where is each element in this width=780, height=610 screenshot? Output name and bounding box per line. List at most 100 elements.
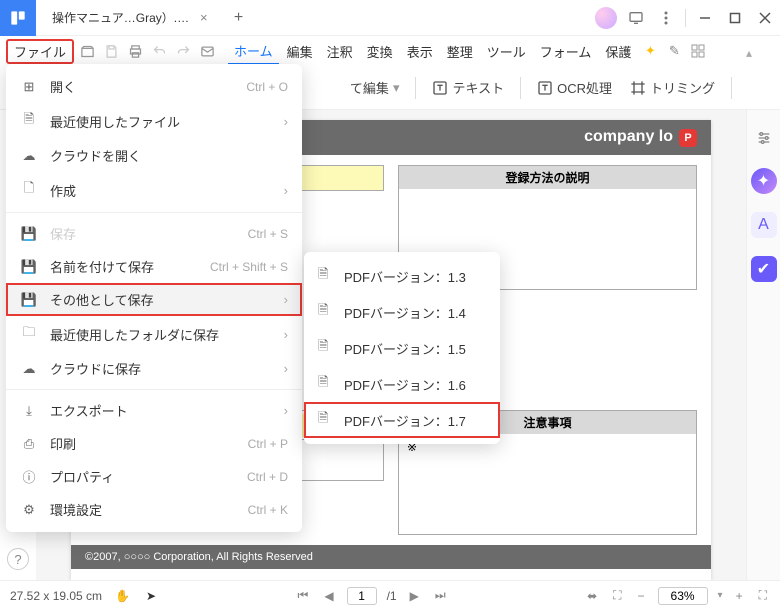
wand-icon[interactable]: ✎ (663, 40, 685, 62)
submenu-pdf-14[interactable]: 🗎PDFバージョン：1.4 (304, 294, 500, 330)
box2-body: ※ (399, 434, 696, 534)
app-logo[interactable] (0, 0, 36, 36)
last-page-icon[interactable]: ⏭ (432, 588, 449, 603)
menu-form[interactable]: フォーム (534, 39, 598, 64)
edit-all-button[interactable]: て編集▾ (344, 74, 406, 101)
menu-file[interactable]: ファイル (6, 39, 74, 64)
next-page-icon[interactable]: ▶ (407, 589, 422, 603)
menu-view[interactable]: 表示 (401, 39, 439, 64)
folder-icon: 🗀 (20, 323, 38, 345)
cloud-icon: ☁ (20, 148, 38, 164)
first-page-icon[interactable]: ⏮ (295, 588, 312, 603)
menu-item-export[interactable]: ⤓エクスポート› (6, 394, 302, 427)
print-icon: ⎙ (20, 436, 38, 452)
file-icon: 🗎 (318, 301, 334, 323)
info-icon: ⓘ (20, 467, 38, 486)
chevron-right-icon: › (284, 183, 288, 198)
quick-redo-icon[interactable] (172, 40, 194, 62)
prev-page-icon[interactable]: ◀ (321, 589, 336, 603)
text-button[interactable]: テキスト (426, 74, 510, 101)
file-icon: 🗎 (318, 265, 334, 287)
cloud-up-icon: ☁ (20, 361, 38, 377)
ai-chat-icon[interactable]: ✦ (751, 168, 777, 194)
new-tab-button[interactable]: + (226, 5, 252, 31)
menu-item-save-other[interactable]: 💾その他として保存› (6, 283, 302, 316)
submenu-pdf-15[interactable]: 🗎PDFバージョン：1.5 (304, 330, 500, 366)
menu-organize[interactable]: 整理 (441, 39, 479, 64)
tab-close-icon[interactable]: × (200, 10, 208, 25)
ai-a-icon[interactable]: A (751, 212, 777, 238)
menu-item-create[interactable]: 🗋作成› (6, 172, 302, 208)
copyright-text: ©2007, ○○○○ Corporation, All Rights Rese… (71, 545, 711, 569)
zoom-in-icon[interactable]: + (733, 589, 746, 603)
statusbar: 27.52 x 19.05 cm ✋ ➤ ⏮ ◀ /1 ▶ ⏭ ⬌ ⛶ − ▾ … (0, 580, 780, 610)
quick-open-icon[interactable] (76, 40, 98, 62)
menu-item-save-cloud[interactable]: ☁クラウドに保存› (6, 352, 302, 385)
menu-item-preferences[interactable]: ⚙環境設定Ctrl + K (6, 493, 302, 526)
menu-item-recent-folders[interactable]: 🗀最近使用したフォルダに保存› (6, 316, 302, 352)
chevron-right-icon: › (284, 114, 288, 129)
menu-item-save-as[interactable]: 💾名前を付けて保存Ctrl + Shift + S (6, 250, 302, 283)
submenu-pdf-16[interactable]: 🗎PDFバージョン：1.6 (304, 366, 500, 402)
page-total: /1 (387, 589, 397, 603)
ocr-button[interactable]: OCR処理 (531, 74, 618, 101)
more-icon[interactable] (651, 3, 681, 33)
fit-page-icon[interactable]: ⛶ (610, 588, 624, 603)
minimize-button[interactable] (690, 3, 720, 33)
page-number-input[interactable] (347, 587, 377, 605)
right-sidebar: ✦ A ✔ (746, 110, 780, 580)
menu-item-open-cloud[interactable]: ☁クラウドを開く (6, 139, 302, 172)
save-icon: 💾 (20, 226, 38, 242)
quick-mail-icon[interactable] (196, 40, 218, 62)
menu-convert[interactable]: 変換 (361, 39, 399, 64)
new-file-icon: 🗋 (20, 179, 38, 201)
chevron-right-icon: › (284, 361, 288, 376)
ai-check-icon[interactable]: ✔ (751, 256, 777, 282)
maximize-button[interactable] (720, 3, 750, 33)
submenu-pdf-13[interactable]: 🗎PDFバージョン：1.3 (304, 258, 500, 294)
settings-sliders-icon[interactable] (752, 126, 776, 150)
cursor-dimensions: 27.52 x 19.05 cm (10, 589, 102, 603)
menu-comment[interactable]: 注釈 (321, 39, 359, 64)
file-dropdown-menu: ⊞開くCtrl + O 🗎最近使用したファイル› ☁クラウドを開く 🗋作成› 💾… (6, 64, 302, 532)
menu-edit[interactable]: 編集 (281, 39, 319, 64)
menu-home[interactable]: ホーム (228, 38, 279, 65)
plus-box-icon: ⊞ (20, 79, 38, 95)
menu-item-recent-files[interactable]: 🗎最近使用したファイル› (6, 103, 302, 139)
text-label: テキスト (452, 78, 504, 97)
trimming-button[interactable]: トリミング (624, 74, 721, 101)
quick-print-icon[interactable] (124, 40, 146, 62)
menu-protect[interactable]: 保護 (599, 39, 637, 64)
zoom-out-icon[interactable]: − (635, 589, 648, 603)
menu-item-open[interactable]: ⊞開くCtrl + O (6, 70, 302, 103)
p-badge: P (679, 129, 697, 147)
save-other-submenu: 🗎PDFバージョン：1.3 🗎PDFバージョン：1.4 🗎PDFバージョン：1.… (304, 252, 500, 444)
help-icon[interactable]: ? (7, 548, 29, 570)
hand-tool-icon[interactable]: ✋ (112, 589, 133, 603)
box1-title: 登録方法の説明 (399, 166, 696, 189)
user-avatar[interactable] (591, 3, 621, 33)
chevron-right-icon: › (284, 292, 288, 307)
file-icon: 🗎 (318, 337, 334, 359)
menubar: ファイル ホーム 編集 注釈 変換 表示 整理 ツール フォーム 保護 ✦ ✎ (0, 36, 780, 66)
titlebar: 操作マニュア…Gray）.pdf × + (0, 0, 780, 36)
menu-item-properties[interactable]: ⓘプロパティCtrl + D (6, 460, 302, 493)
file-icon: 🗎 (318, 373, 334, 395)
fit-width-icon[interactable]: ⬌ (584, 589, 600, 603)
submenu-pdf-17[interactable]: 🗎PDFバージョン：1.7 (304, 402, 500, 438)
document-tab[interactable]: 操作マニュア…Gray）.pdf × (42, 3, 218, 33)
select-tool-icon[interactable]: ➤ (143, 589, 159, 603)
quick-save-icon[interactable] (100, 40, 122, 62)
collapse-ribbon-icon[interactable]: ▴ (746, 46, 752, 60)
feedback-icon[interactable] (621, 3, 651, 33)
fullscreen-icon[interactable]: ⛶ (756, 588, 770, 603)
grid-icon[interactable] (687, 40, 709, 62)
lightbulb-icon[interactable]: ✦ (639, 40, 661, 62)
menu-item-print[interactable]: ⎙印刷Ctrl + P (6, 427, 302, 460)
quick-undo-icon[interactable] (148, 40, 170, 62)
menu-tool[interactable]: ツール (481, 39, 532, 64)
close-button[interactable] (750, 3, 780, 33)
menu-item-save: 💾保存Ctrl + S (6, 217, 302, 250)
zoom-input[interactable] (658, 587, 708, 605)
file-icon: 🗎 (318, 409, 334, 431)
